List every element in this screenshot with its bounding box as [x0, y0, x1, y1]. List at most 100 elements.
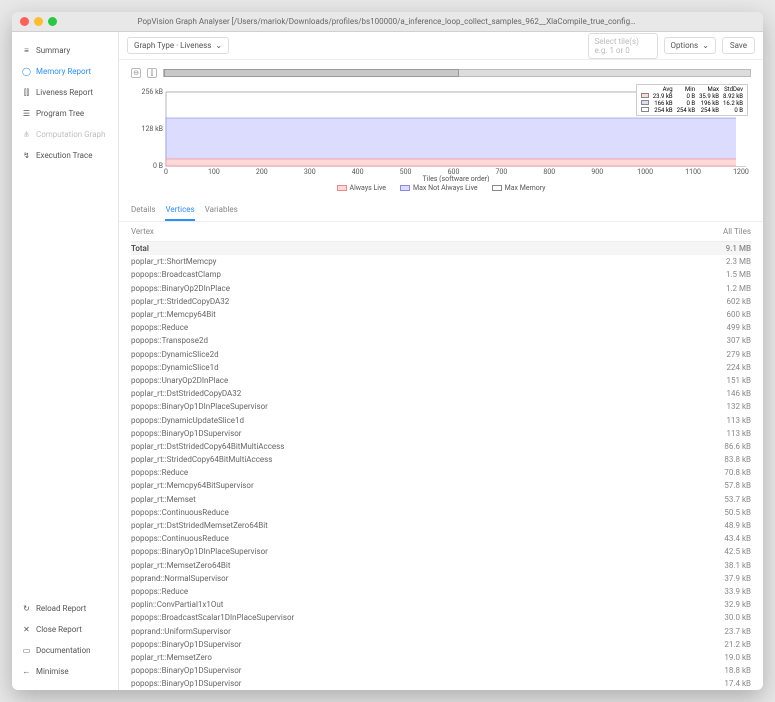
- table-row[interactable]: popops::BinaryOp1DInPlaceSupervisor132 k…: [131, 400, 751, 413]
- chart-stats-box: AvgMinMaxStdDev 23.9 kB0 B35.9 kB8.92 kB…: [636, 84, 748, 116]
- table-row[interactable]: popops::BinaryOp1DInPlaceSupervisor42.5 …: [131, 545, 751, 558]
- reload-icon: ↻: [22, 604, 31, 613]
- svg-text:0 B: 0 B: [153, 162, 163, 170]
- table-row[interactable]: poplar_rt::Memcpy64BitSupervisor57.8 kB: [131, 479, 751, 492]
- table-row[interactable]: Total9.1 MB: [131, 242, 751, 255]
- options-dropdown[interactable]: Options⌄: [664, 37, 716, 54]
- table-row[interactable]: popops::DynamicUpdateSlice1d113 kB: [131, 413, 751, 426]
- table-row[interactable]: poplar_rt::MemsetZero64Bit38.1 kB: [131, 559, 751, 572]
- sidebar-item-label: Computation Graph: [36, 130, 105, 139]
- table-row[interactable]: poplar_rt::MemsetZero19.0 kB: [131, 651, 751, 664]
- sidebar-item-label: Memory Report: [36, 67, 91, 76]
- sidebar-close[interactable]: ✕Close Report: [12, 619, 118, 640]
- sidebar-item-label: Program Tree: [36, 109, 84, 118]
- maximize-icon[interactable]: [48, 17, 57, 26]
- slider-track[interactable]: [163, 69, 751, 77]
- liveness-icon: ⫿⫿: [22, 88, 31, 97]
- sidebar-item-label: Liveness Report: [36, 88, 93, 97]
- sidebar-item-liveness-report[interactable]: ⫿⫿ Liveness Report: [12, 82, 118, 103]
- minimize-icon[interactable]: [34, 17, 43, 26]
- memory-icon: ◯: [22, 67, 31, 76]
- table-row[interactable]: poplar_rt::DstStridedCopyDA32146 kB: [131, 387, 751, 400]
- tree-icon: ☰: [22, 109, 31, 118]
- table-row[interactable]: popops::DynamicSlice2d279 kB: [131, 348, 751, 361]
- svg-text:1100: 1100: [685, 168, 701, 176]
- sidebar-item-memory-report[interactable]: ◯ Memory Report: [12, 61, 118, 82]
- graph-type-dropdown[interactable]: Graph Type · Liveness⌄: [127, 37, 229, 54]
- sidebar-minimise[interactable]: ← Minimise: [12, 661, 118, 682]
- tabs: Details Vertices Variables: [119, 200, 763, 222]
- tab-vertices[interactable]: Vertices: [165, 200, 194, 221]
- table-row[interactable]: popops::BinaryOp1DSupervisor113 kB: [131, 427, 751, 440]
- liveness-chart: 256 kB 128 kB 0 B 0100200300400500600700…: [131, 82, 751, 182]
- tab-variables[interactable]: Variables: [205, 200, 238, 221]
- collapse-icon[interactable]: ⊖: [131, 68, 141, 78]
- sidebar-reload[interactable]: ↻ Reload Report: [12, 598, 118, 619]
- docs-icon: ▭: [22, 646, 31, 655]
- table-row[interactable]: popops::DynamicSlice1d224 kB: [131, 361, 751, 374]
- sidebar-item-execution-trace[interactable]: ↯Execution Trace: [12, 145, 118, 166]
- vertex-table[interactable]: Vertex All Tiles Total9.1 MBpoplar_rt::S…: [119, 222, 763, 690]
- table-row[interactable]: popops::BinaryOp2DInPlace1.2 MB: [131, 282, 751, 295]
- table-row[interactable]: popops::Reduce70.8 kB: [131, 466, 751, 479]
- table-row[interactable]: popops::BinaryOp1DSupervisor21.2 kB: [131, 638, 751, 651]
- chevron-down-icon: ⌄: [215, 41, 222, 50]
- sidebar-item-label: Minimise: [36, 667, 69, 676]
- table-header: Vertex All Tiles: [131, 222, 751, 242]
- table-row[interactable]: popops::BinaryOp1DSupervisor18.8 kB: [131, 664, 751, 677]
- table-row[interactable]: poplar_rt::StridedCopy64BitMultiAccess83…: [131, 453, 751, 466]
- table-row[interactable]: popops::Reduce33.9 kB: [131, 585, 751, 598]
- tab-details[interactable]: Details: [131, 200, 155, 221]
- svg-text:256 kB: 256 kB: [142, 88, 163, 96]
- sidebar-item-label: Reload Report: [36, 604, 86, 613]
- sidebar-item-program-tree[interactable]: ☰ Program Tree: [12, 103, 118, 124]
- svg-text:900: 900: [591, 168, 603, 176]
- table-row[interactable]: popops::BinaryOp1DSupervisor17.4 kB: [131, 677, 751, 690]
- sidebar-item-summary[interactable]: ≡ Summary: [12, 40, 118, 61]
- sidebar-docs[interactable]: ▭ Documentation: [12, 640, 118, 661]
- table-row[interactable]: poplin::ConvPartial1x1Out32.9 kB: [131, 598, 751, 611]
- table-row[interactable]: poprand::NormalSupervisor37.9 kB: [131, 572, 751, 585]
- sidebar-item-computation-graph: ⋔ Computation Graph: [12, 124, 118, 145]
- titlebar: PopVision Graph Analyser [/Users/mariok/…: [12, 12, 763, 32]
- save-button[interactable]: Save: [722, 37, 755, 54]
- table-row[interactable]: poplar_rt::DstStridedMemsetZero64Bit48.9…: [131, 519, 751, 532]
- table-row[interactable]: poplar_rt::ShortMemcpy2.3 MB: [131, 255, 751, 268]
- close-report-icon: ✕: [22, 625, 31, 634]
- sidebar-item-label: Execution Trace: [36, 151, 92, 160]
- svg-text:100: 100: [208, 168, 220, 176]
- svg-text:700: 700: [496, 168, 508, 176]
- sidebar-item-label: Documentation: [36, 646, 91, 655]
- table-row[interactable]: popops::UnaryOp2DInPlace151 kB: [131, 374, 751, 387]
- table-row[interactable]: poplar_rt::Memcpy64Bit600 kB: [131, 308, 751, 321]
- table-row[interactable]: popops::BroadcastClamp1.5 MB: [131, 268, 751, 281]
- table-row[interactable]: poplar_rt::Memset53.7 kB: [131, 493, 751, 506]
- svg-text:1200: 1200: [733, 168, 749, 176]
- table-row[interactable]: popops::ContinuousReduce50.5 kB: [131, 506, 751, 519]
- close-icon[interactable]: [20, 17, 29, 26]
- svg-text:400: 400: [352, 168, 364, 176]
- svg-text:128 kB: 128 kB: [142, 125, 163, 133]
- table-row[interactable]: poprand::UniformSupervisor23.7 kB: [131, 624, 751, 637]
- minimise-icon: ←: [22, 667, 31, 676]
- svg-text:0: 0: [164, 168, 168, 176]
- window-title: PopVision Graph Analyser [/Users/mariok/…: [138, 17, 638, 26]
- app-window: PopVision Graph Analyser [/Users/mariok/…: [12, 12, 763, 690]
- chart-legend: Always Live Max Not Always Live Max Memo…: [131, 182, 751, 198]
- range-slider[interactable]: ⊖ ⫿: [131, 66, 751, 80]
- svg-text:Tiles (software order): Tiles (software order): [423, 175, 490, 182]
- table-row[interactable]: poplar_rt::DstStridedCopy64BitMultiAcces…: [131, 440, 751, 453]
- graph-icon: ⋔: [22, 130, 31, 139]
- svg-text:200: 200: [256, 168, 268, 176]
- range-handle-icon[interactable]: ⫿: [147, 68, 157, 78]
- table-row[interactable]: popops::Reduce499 kB: [131, 321, 751, 334]
- summary-icon: ≡: [22, 46, 31, 55]
- svg-text:800: 800: [543, 168, 555, 176]
- table-row[interactable]: poplar_rt::StridedCopyDA32602 kB: [131, 295, 751, 308]
- tile-select-input[interactable]: Select tile(s) e.g. 1 or 0: [588, 33, 658, 59]
- table-row[interactable]: popops::ContinuousReduce43.4 kB: [131, 532, 751, 545]
- table-row[interactable]: popops::Transpose2d307 kB: [131, 334, 751, 347]
- table-row[interactable]: popops::BroadcastScalar1DInPlaceSupervis…: [131, 611, 751, 624]
- svg-text:500: 500: [400, 168, 412, 176]
- sidebar-item-label: Summary: [36, 46, 70, 55]
